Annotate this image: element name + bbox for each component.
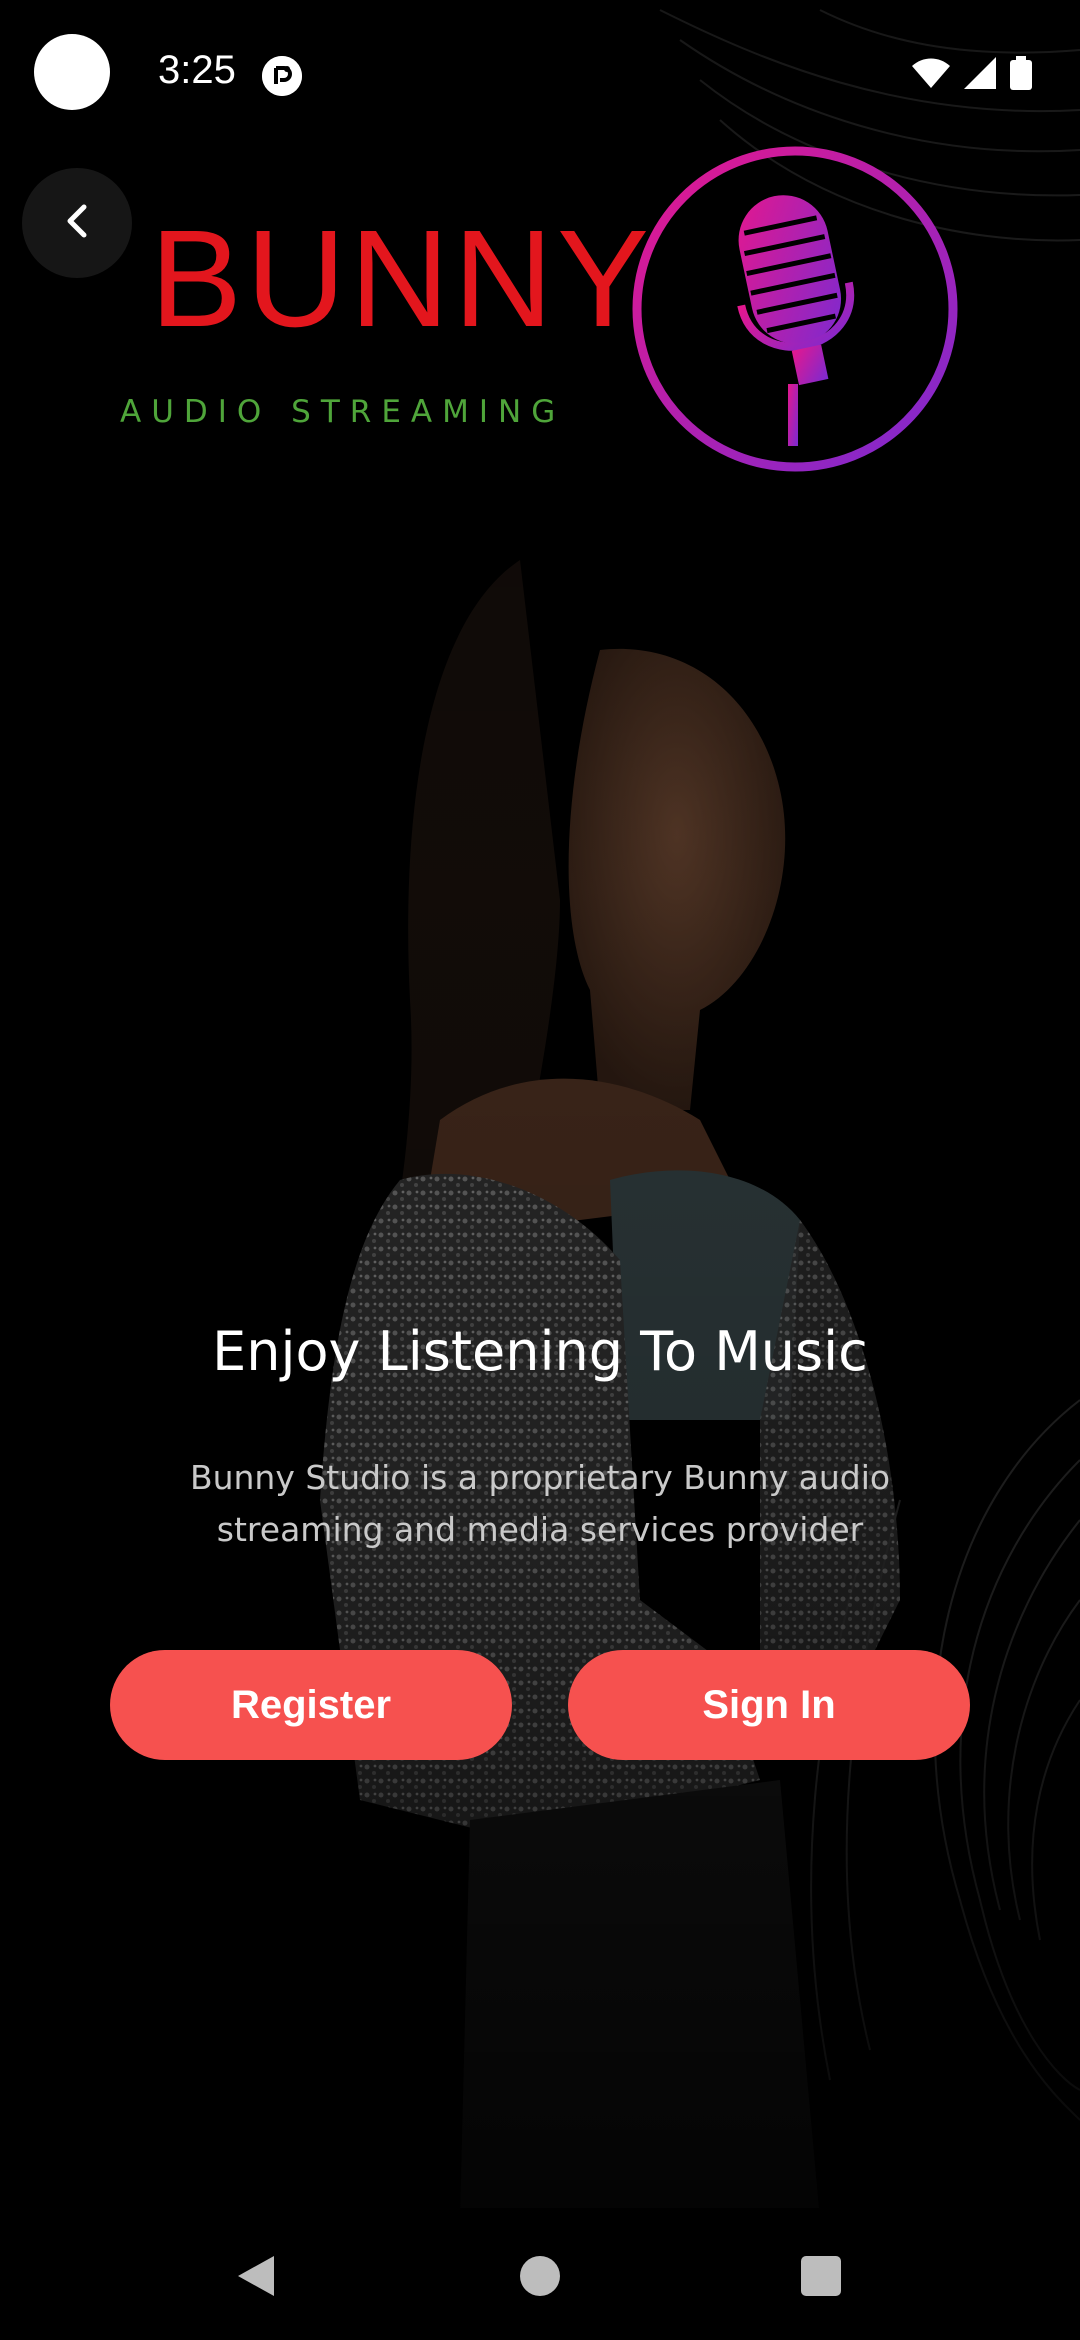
signal-icon [964, 57, 996, 93]
microphone-icon [632, 146, 958, 472]
logo-subtitle: AUDIO STREAMING [120, 394, 566, 430]
welcome-screen: 3:25 BUNNY AUDIO STREAMING Enjoy Listeni… [0, 0, 1080, 2340]
system-navigation-bar [0, 2208, 1080, 2340]
register-button[interactable]: Register [110, 1650, 512, 1760]
nav-home-circle-icon[interactable] [520, 2256, 560, 2296]
sign-in-button[interactable]: Sign In [568, 1650, 970, 1760]
bunny-logo: BUNNY AUDIO STREAMING [110, 140, 970, 480]
nav-recents-square-icon[interactable] [801, 2256, 841, 2296]
page-title: Enjoy Listening To Music [212, 1320, 868, 1383]
status-icons [912, 56, 1032, 94]
nav-back-triangle-icon[interactable] [236, 2254, 276, 2302]
battery-icon [1010, 56, 1032, 94]
wifi-icon [912, 58, 950, 92]
logo-wordmark: BUNNY [150, 202, 654, 356]
notification-app-icon [262, 56, 302, 96]
status-bar: 3:25 [0, 0, 1080, 150]
page-description: Bunny Studio is a proprietary Bunny audi… [189, 1458, 891, 1549]
chevron-left-icon [62, 201, 92, 245]
status-time: 3:25 [158, 48, 236, 92]
camera-cutout [34, 34, 110, 110]
